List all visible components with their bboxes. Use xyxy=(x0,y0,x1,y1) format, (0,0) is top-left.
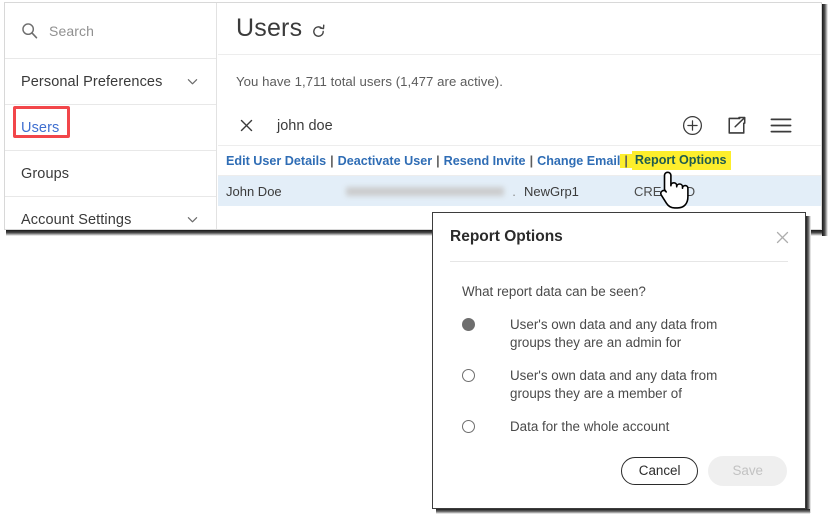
cell-user-status: CREATED xyxy=(634,183,696,199)
cell-user-name: John Doe xyxy=(226,183,282,199)
user-count-summary: You have 1,711 total users (1,477 are ac… xyxy=(236,74,503,89)
link-separator: | xyxy=(436,153,440,168)
dialog-body: What report data can be seen? User's own… xyxy=(433,262,805,436)
link-separator: | xyxy=(330,153,334,168)
change-email-link[interactable]: Change Email xyxy=(537,154,620,168)
sidebar-item-label: Groups xyxy=(21,165,70,182)
sidebar-item-label: Personal Preferences xyxy=(21,73,163,90)
cell-user-email-redacted xyxy=(346,186,504,196)
dialog-shadow xyxy=(806,216,811,513)
radio-option-admin-groups[interactable]: User's own data and any data from groups… xyxy=(462,316,785,352)
sidebar-item-account-settings[interactable]: Account Settings xyxy=(5,197,216,229)
cell-user-group: NewGrp1 xyxy=(524,183,579,199)
chevron-down-icon xyxy=(187,79,198,85)
dialog-question: What report data can be seen? xyxy=(462,284,646,299)
sidebar-item-label: Account Settings xyxy=(21,211,132,228)
dialog-title: Report Options xyxy=(450,228,563,245)
refresh-icon[interactable] xyxy=(311,24,326,39)
link-separator: | xyxy=(529,153,534,168)
add-user-icon[interactable] xyxy=(682,115,703,136)
search-term-text: john doe xyxy=(277,117,333,134)
close-icon[interactable] xyxy=(240,119,253,132)
export-icon[interactable] xyxy=(726,115,747,136)
report-options-dialog: Report Options What report data can be s… xyxy=(432,212,806,509)
main-header: Users xyxy=(218,3,821,55)
page-title: Users xyxy=(236,14,303,42)
close-icon[interactable] xyxy=(776,231,789,244)
table-row[interactable]: John Doe . NewGrp1 CREATED xyxy=(218,176,821,206)
radio-option-label: User's own data and any data from groups… xyxy=(510,317,718,350)
dialog-header: Report Options xyxy=(433,213,805,261)
search-placeholder: Search xyxy=(49,22,94,39)
radio-option-label: User's own data and any data from groups… xyxy=(510,368,718,401)
radio-option-whole-account[interactable]: Data for the whole account xyxy=(462,418,785,436)
search-icon xyxy=(22,23,38,39)
cancel-button[interactable]: Cancel xyxy=(620,457,699,485)
radio-option-member-groups[interactable]: User's own data and any data from groups… xyxy=(462,367,785,403)
panel-shadow xyxy=(822,4,828,236)
search-input[interactable]: Search xyxy=(5,3,216,59)
radio-option-label: Data for the whole account xyxy=(510,419,670,434)
main-content: Users You have 1,711 total users (1,477 … xyxy=(218,3,821,229)
report-options-link[interactable]: Report Options xyxy=(631,151,731,170)
table-toolbar xyxy=(682,115,806,136)
sidebar: Search Personal Preferences Users Groups… xyxy=(5,3,217,229)
admin-console-panel: Search Personal Preferences Users Groups… xyxy=(4,2,822,230)
dialog-footer: Cancel Save xyxy=(620,456,787,486)
edit-user-details-link[interactable]: Edit User Details xyxy=(226,154,326,168)
deactivate-user-link[interactable]: Deactivate User xyxy=(338,154,433,168)
radio-button-icon[interactable] xyxy=(462,318,475,331)
chevron-down-icon xyxy=(187,217,198,223)
link-separator: | xyxy=(620,153,632,168)
search-filter-chip: john doe xyxy=(218,106,821,146)
menu-icon[interactable] xyxy=(770,117,792,134)
dialog-shadow xyxy=(436,509,810,514)
sidebar-item-personal-preferences[interactable]: Personal Preferences xyxy=(5,59,216,105)
sidebar-item-users[interactable]: Users xyxy=(5,105,216,151)
user-action-links: Edit User Details | Deactivate User | Re… xyxy=(218,146,821,176)
cell-email-dot: . xyxy=(512,183,516,199)
save-button[interactable]: Save xyxy=(708,456,787,486)
resend-invite-link[interactable]: Resend Invite xyxy=(444,154,526,168)
sidebar-item-groups[interactable]: Groups xyxy=(5,151,216,197)
radio-button-icon[interactable] xyxy=(462,369,475,382)
sidebar-item-label: Users xyxy=(21,119,60,136)
radio-button-icon[interactable] xyxy=(462,420,475,433)
